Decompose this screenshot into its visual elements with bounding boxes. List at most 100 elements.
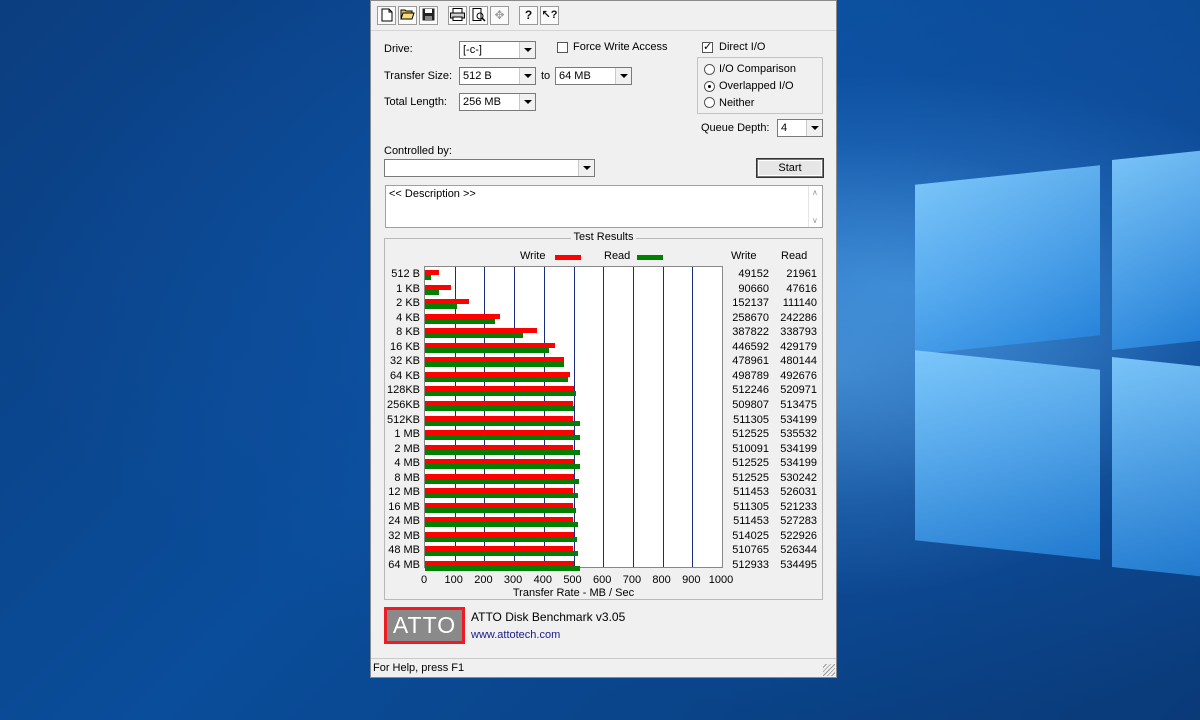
resize-grip-icon[interactable] (823, 664, 835, 676)
chevron-down-icon[interactable] (806, 120, 822, 136)
neither-radio[interactable] (704, 97, 715, 108)
read-bar (425, 449, 580, 455)
read-bar (425, 566, 581, 571)
force-write-checkbox[interactable] (557, 42, 568, 53)
scroll-down-icon[interactable]: ∨ (812, 216, 818, 225)
status-text: For Help, press F1 (373, 662, 465, 674)
read-value: 534495 (780, 559, 817, 571)
y-tick-label: 48 MB (388, 544, 420, 557)
write-value: 478961 (732, 355, 769, 368)
status-bar: For Help, press F1 (371, 658, 836, 677)
read-bar (425, 362, 565, 368)
read-value: 521233 (780, 500, 817, 513)
description-scrollbar[interactable]: ∧ ∨ (808, 186, 822, 227)
write-value: 512246 (732, 384, 769, 397)
x-tick-label: 800 (652, 574, 671, 586)
y-tick-label: 4 MB (394, 457, 420, 470)
y-tick-label: 64 MB (388, 559, 420, 571)
drive-value: [-c-] (463, 44, 482, 56)
context-help-icon[interactable]: ↖? (540, 6, 559, 25)
direct-io-label[interactable]: Direct I/O (719, 41, 765, 53)
y-tick-label: 1 KB (396, 282, 420, 295)
chevron-down-icon[interactable] (578, 160, 594, 176)
x-tick-label: 300 (503, 574, 523, 586)
y-tick-label: 32 MB (388, 529, 420, 542)
write-value: 512525 (732, 471, 769, 484)
read-bar (425, 478, 579, 484)
io-comparison-label[interactable]: I/O Comparison (719, 63, 796, 75)
total-length-label: Total Length: (384, 96, 447, 108)
website-link[interactable]: www.attotech.com (471, 629, 560, 641)
drive-select[interactable]: [-c-] (459, 41, 536, 59)
read-bar (425, 464, 580, 470)
chevron-down-icon[interactable] (519, 68, 535, 84)
read-value: 535532 (780, 428, 817, 441)
y-tick-label: 24 MB (388, 515, 420, 528)
read-bar (425, 275, 432, 280)
read-value: 527283 (780, 515, 817, 528)
to-label: to (541, 70, 551, 82)
write-value: 49152 (738, 268, 769, 280)
controlled-by-label: Controlled by: (384, 145, 452, 157)
write-value: 498789 (732, 369, 769, 382)
force-write-label[interactable]: Force Write Access (573, 41, 668, 53)
description-box[interactable]: << Description >> ∧ ∨ (385, 185, 823, 228)
test-results-group: Test Results Write Read Write Read 512 B… (384, 231, 823, 600)
total-length-select[interactable]: 256 MB (459, 93, 536, 111)
y-tick-label: 128KB (386, 384, 420, 397)
windows-logo-pane (1112, 150, 1200, 350)
read-bar (425, 376, 568, 382)
write-value: 511453 (733, 515, 769, 528)
scroll-up-icon[interactable]: ∧ (812, 188, 818, 197)
overlapped-io-label[interactable]: Overlapped I/O (719, 80, 794, 92)
start-button[interactable]: Start (757, 159, 823, 177)
grid-line (632, 267, 634, 567)
read-value: 530242 (780, 471, 817, 484)
read-bar (425, 420, 580, 426)
y-tick-label: 2 KB (396, 297, 420, 310)
y-tick-label: 16 KB (390, 340, 420, 353)
save-icon[interactable] (419, 6, 438, 25)
overlapped-io-radio[interactable] (704, 81, 715, 92)
read-value: 47616 (786, 282, 817, 295)
read-value: 492676 (780, 369, 817, 382)
x-tick-label: 1000 (708, 574, 734, 586)
write-value: 509807 (732, 398, 769, 411)
atto-benchmark-window: ✥ ? ↖? Drive: [-c-] Transfer Size: 512 B… (370, 0, 837, 678)
print-preview-icon[interactable] (469, 6, 488, 25)
controlled-by-select[interactable] (384, 159, 595, 177)
x-tick-label: 200 (474, 574, 493, 586)
open-icon[interactable] (398, 6, 417, 25)
transfer-size-to-value: 64 MB (559, 70, 591, 82)
read-bar (425, 405, 574, 411)
read-bar (425, 347, 550, 353)
print-icon[interactable] (448, 6, 467, 25)
help-icon[interactable]: ? (519, 6, 538, 25)
chevron-down-icon[interactable] (519, 94, 535, 110)
write-value: 512933 (732, 559, 769, 571)
transfer-size-from-select[interactable]: 512 B (459, 67, 536, 85)
chevron-down-icon[interactable] (615, 68, 631, 84)
write-value: 510091 (732, 442, 769, 455)
grid-line (662, 267, 664, 567)
move-icon[interactable]: ✥ (490, 6, 509, 25)
atto-logo-text: ATTO (387, 610, 462, 641)
chevron-down-icon[interactable] (519, 42, 535, 58)
new-icon[interactable] (377, 6, 396, 25)
write-value: 446592 (732, 340, 769, 353)
direct-io-checkbox[interactable] (702, 40, 713, 53)
y-tick-label: 64 KB (390, 369, 420, 382)
x-tick-label: 700 (622, 574, 642, 586)
x-tick-label: 400 (533, 574, 552, 586)
queue-depth-select[interactable]: 4 (777, 119, 823, 137)
read-bar (425, 318, 496, 324)
read-value: 526031 (780, 486, 817, 499)
io-comparison-radio[interactable] (704, 64, 715, 75)
benchmark-chart (424, 266, 723, 571)
transfer-size-to-select[interactable]: 64 MB (555, 67, 632, 85)
grid-line (603, 267, 605, 567)
read-value: 480144 (780, 355, 817, 368)
neither-label[interactable]: Neither (719, 97, 754, 109)
y-tick-label: 512KB (386, 413, 420, 426)
write-value: 511453 (733, 486, 769, 499)
